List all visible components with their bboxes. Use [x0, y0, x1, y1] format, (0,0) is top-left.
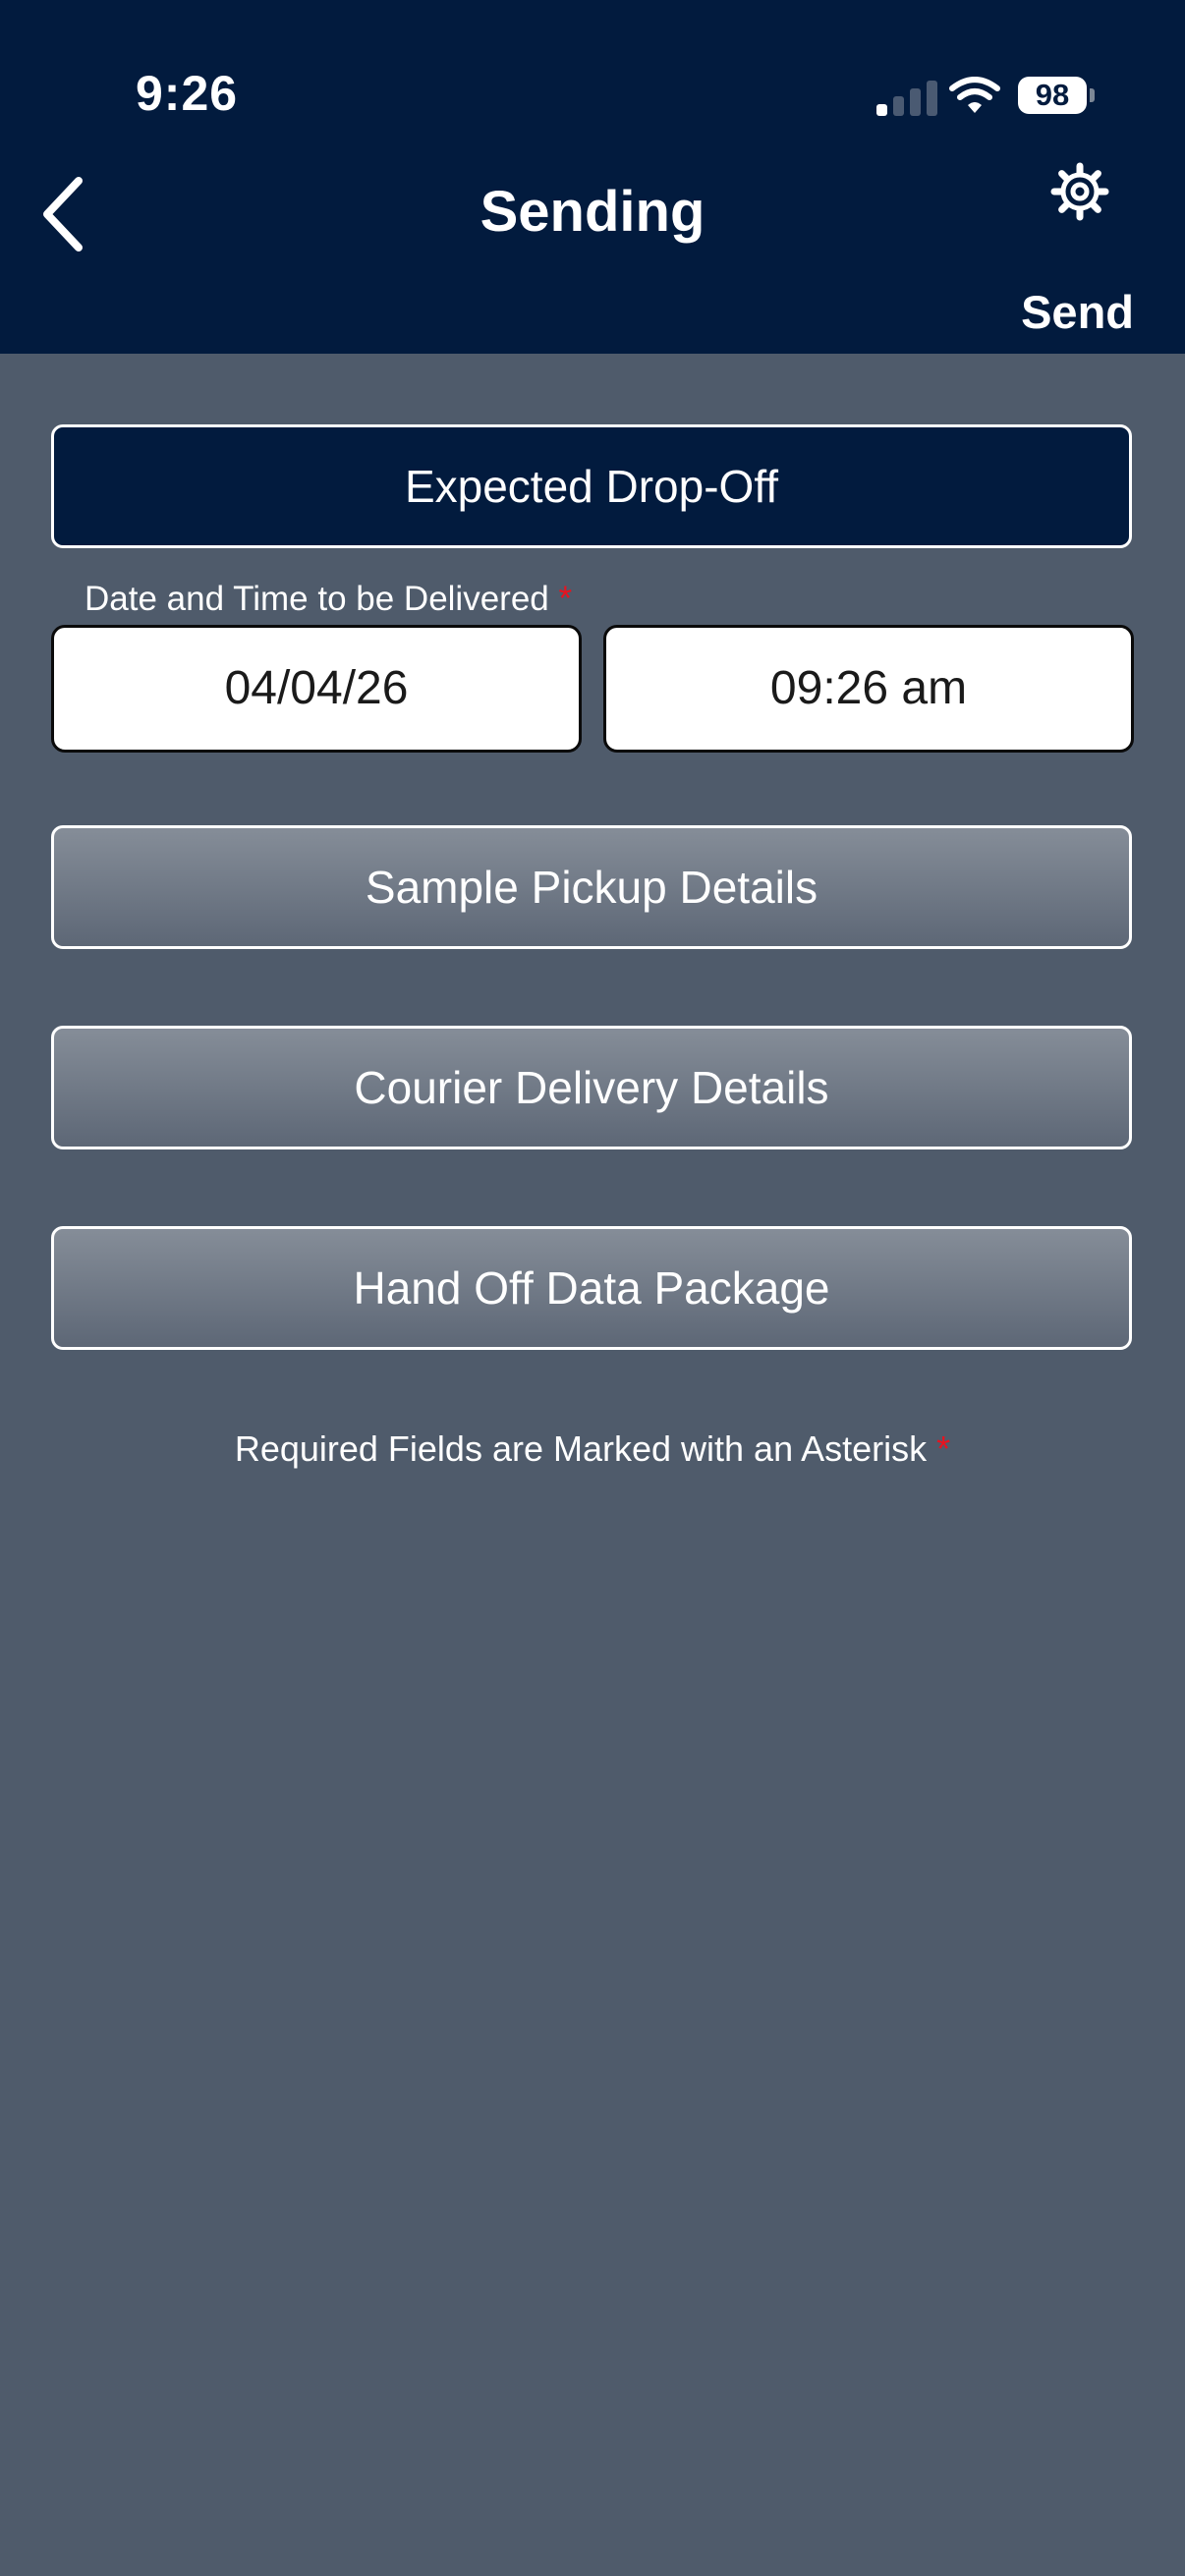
status-time: 9:26	[136, 66, 239, 121]
gear-icon	[1050, 162, 1109, 221]
sample-pickup-details-button[interactable]: Sample Pickup Details	[51, 825, 1132, 949]
delivery-date-field[interactable]: 04/04/26	[51, 625, 582, 753]
battery-level: 98	[1018, 77, 1087, 114]
required-fields-note: Required Fields are Marked with an Aster…	[0, 1428, 1185, 1470]
required-asterisk: *	[936, 1428, 951, 1469]
send-button[interactable]: Send	[1021, 285, 1134, 339]
page-title: Sending	[480, 180, 705, 244]
app-header: 9:26 98 Sending Send	[0, 0, 1185, 354]
battery-tip	[1090, 88, 1095, 102]
required-fields-note-text: Required Fields are Marked with an Aster…	[234, 1428, 928, 1469]
delivery-datetime-label: Date and Time to be Delivered *	[85, 580, 572, 619]
hand-off-data-package-button[interactable]: Hand Off Data Package	[51, 1226, 1132, 1350]
settings-button[interactable]	[1049, 161, 1110, 222]
required-asterisk: *	[558, 580, 573, 618]
wifi-icon	[949, 77, 1000, 113]
delivery-datetime-label-text: Date and Time to be Delivered	[85, 580, 549, 618]
courier-delivery-details-button[interactable]: Courier Delivery Details	[51, 1026, 1132, 1149]
status-bar-right: 98	[875, 71, 1100, 122]
delivery-time-field[interactable]: 09:26 am	[603, 625, 1134, 753]
expected-dropoff-button[interactable]: Expected Drop-Off	[51, 424, 1132, 548]
